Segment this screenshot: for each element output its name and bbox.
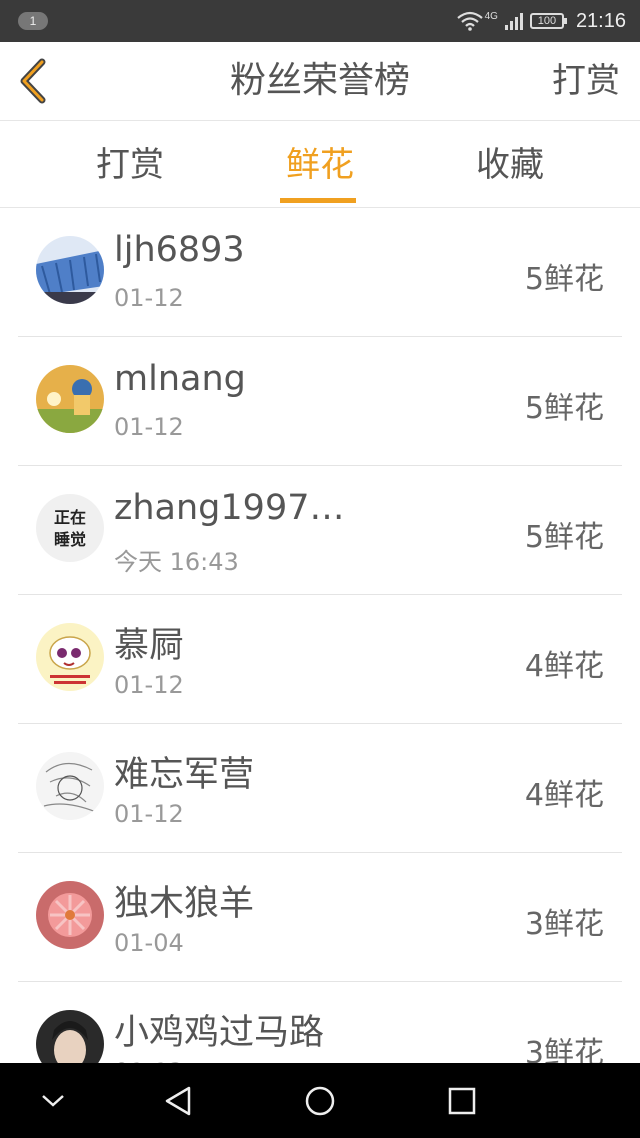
avatar: 正在 睡觉	[36, 494, 104, 562]
tab-bar: 打赏 鲜花 收藏	[0, 121, 640, 208]
fan-date: 01-12	[114, 671, 184, 699]
square-recents-icon	[448, 1087, 476, 1114]
list-item[interactable]: 慕屙 01-12 4鲜花	[18, 595, 622, 724]
status-icons: 4G 100 21:16	[456, 0, 626, 42]
fan-name: ljh6893	[114, 230, 245, 270]
fan-date: 今天 16:43	[114, 548, 239, 576]
list-item[interactable]: 正在 睡觉 zhang199720… 今天 16:43 5鲜花	[18, 466, 622, 595]
avatar	[36, 365, 104, 433]
fan-name: 小鸡鸡过马路	[114, 1013, 325, 1053]
notification-badge: 1	[18, 12, 48, 30]
list-item[interactable]: 难忘军营 01-12 4鲜花	[18, 724, 622, 853]
list-item[interactable]: mlnang 01-12 5鲜花	[18, 337, 622, 466]
flower-count: 3鲜花	[524, 1036, 604, 1063]
page-title: 粉丝荣誉榜	[229, 60, 410, 101]
hide-nav-button[interactable]	[13, 1063, 93, 1138]
list-item[interactable]: ljh6893 01-12 5鲜花	[18, 208, 622, 337]
avatar	[36, 236, 104, 304]
tab-favorites[interactable]: 收藏	[430, 121, 590, 207]
flower-count: 5鲜花	[524, 262, 604, 297]
navigation-bar	[0, 1063, 640, 1138]
circle-home-icon	[305, 1086, 335, 1115]
fan-date: 01-12	[114, 413, 184, 441]
signal-icon	[504, 13, 523, 30]
recents-nav-button[interactable]	[422, 1063, 502, 1138]
fan-name: zhang199720…	[114, 488, 364, 528]
list-item[interactable]: 独木狼羊 01-04 3鲜花	[18, 853, 622, 982]
tab-label: 收藏	[476, 145, 544, 185]
network-type: 4G	[484, 10, 498, 22]
avatar-text: 正在	[53, 508, 86, 527]
battery-icon: 100	[529, 13, 567, 29]
fan-date: 01-12	[114, 800, 184, 828]
status-time: 21:16	[575, 9, 626, 32]
triangle-back-icon	[165, 1086, 191, 1115]
chevron-down-icon	[42, 1094, 64, 1107]
fan-name: 慕屙	[114, 626, 185, 666]
tab-underline	[280, 198, 356, 203]
fan-date: 01-04	[114, 929, 184, 957]
tab-label: 鲜花	[286, 145, 354, 185]
fan-name: 独木狼羊	[114, 884, 255, 924]
avatar-text: 睡觉	[53, 530, 86, 549]
chevron-left-icon	[20, 58, 46, 104]
status-bar: 1 4G 100 21:16	[0, 0, 640, 42]
flower-count: 3鲜花	[524, 907, 604, 942]
back-nav-button[interactable]	[138, 1063, 218, 1138]
list-item[interactable]: 小鸡鸡过马路 01-12 3鲜花	[18, 982, 622, 1063]
fan-date: 01-12	[114, 284, 184, 312]
flower-count: 5鲜花	[524, 520, 604, 555]
battery-level: 100	[537, 15, 557, 27]
flower-count: 4鲜花	[524, 649, 604, 684]
wifi-icon	[456, 11, 483, 31]
tab-reward[interactable]: 打赏	[50, 121, 210, 207]
avatar	[36, 1010, 104, 1063]
tab-label: 打赏	[96, 145, 164, 185]
fan-name: mlnang	[114, 359, 246, 399]
fan-name: 难忘军营	[114, 755, 255, 795]
fan-list: ljh6893 01-12 5鲜花 mlnang 01-12 5鲜花 正在 睡觉…	[0, 208, 640, 1063]
avatar	[36, 881, 104, 949]
avatar	[36, 752, 104, 820]
flower-count: 4鲜花	[524, 778, 604, 813]
tab-flowers[interactable]: 鲜花	[240, 121, 400, 207]
reward-button[interactable]: 打赏	[552, 42, 620, 120]
avatar	[36, 623, 104, 691]
home-nav-button[interactable]	[280, 1063, 360, 1138]
back-button[interactable]	[14, 56, 58, 106]
flower-count: 5鲜花	[524, 391, 604, 426]
header: 粉丝荣誉榜 打赏	[0, 42, 640, 121]
